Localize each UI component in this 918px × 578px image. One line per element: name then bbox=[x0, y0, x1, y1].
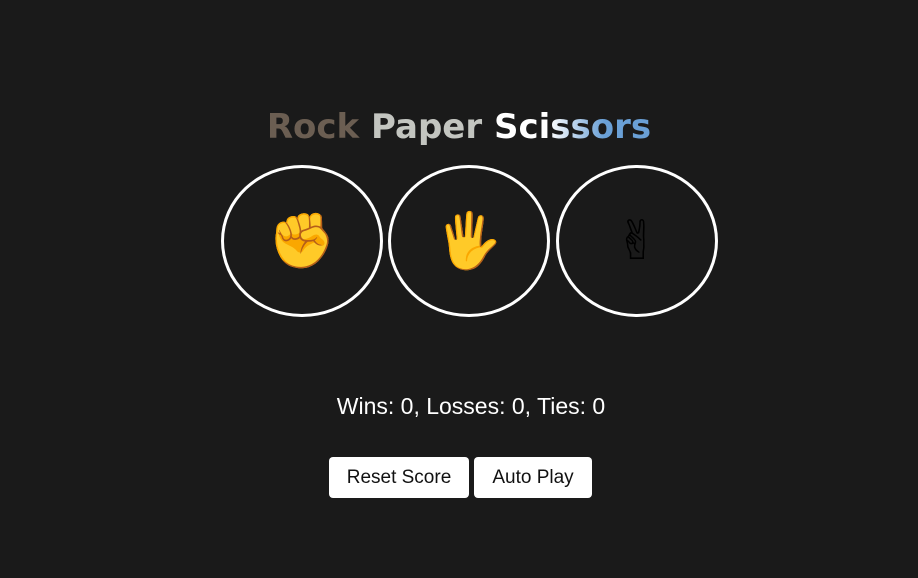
reset-score-button[interactable]: Reset Score bbox=[329, 457, 469, 498]
paper-hand-icon: 🖐 bbox=[435, 209, 503, 272]
rock-fist-icon: ✊ bbox=[268, 209, 336, 272]
scissors-victory-hand-icon: ✌ bbox=[614, 209, 660, 272]
auto-play-button[interactable]: Auto Play bbox=[474, 457, 592, 498]
scissors-button[interactable]: ✌ bbox=[556, 165, 718, 317]
game-title: Rock Paper Scissors bbox=[0, 105, 918, 149]
paper-button[interactable]: 🖐 bbox=[388, 165, 550, 317]
title-word-scissors: Scissors bbox=[493, 106, 652, 147]
title-word-paper: Paper bbox=[371, 106, 483, 147]
score-display: Wins: 0, Losses: 0, Ties: 0 bbox=[336, 393, 606, 419]
title-word-rock: Rock bbox=[266, 106, 360, 147]
rock-button[interactable]: ✊ bbox=[221, 165, 383, 317]
